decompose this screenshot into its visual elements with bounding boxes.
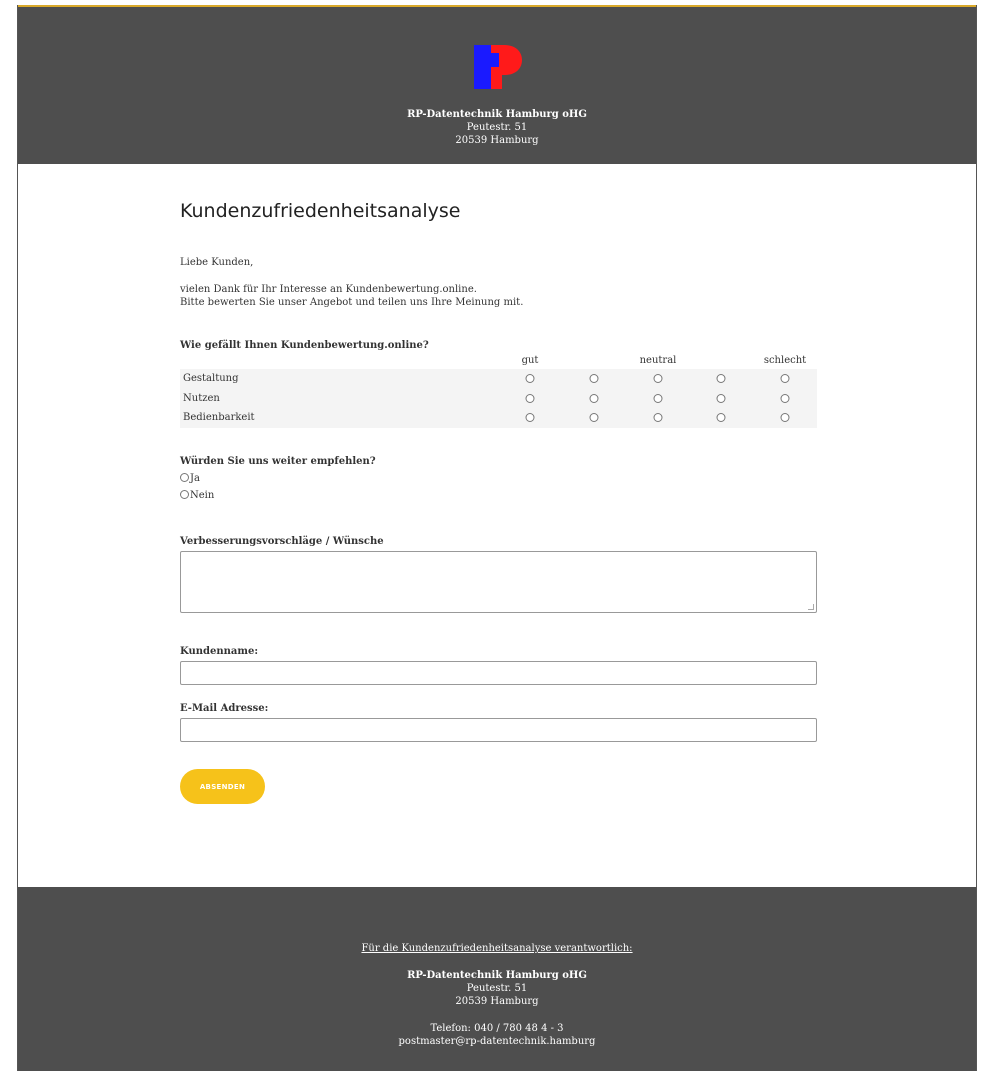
rating-radio-2[interactable] xyxy=(589,413,599,422)
greeting-text: Liebe Kunden, xyxy=(180,257,254,268)
rating-radio-2[interactable] xyxy=(589,393,599,403)
rating-radio-3[interactable] xyxy=(653,393,663,403)
radio-icon[interactable] xyxy=(180,473,189,482)
intro-text-line-2: Bitte bewerten Sie unser Angebot und tei… xyxy=(180,297,524,308)
rating-row-gestaltung: Gestaltung xyxy=(180,369,817,389)
footer-city: 20539 Hamburg xyxy=(455,996,539,1007)
resize-handle-icon[interactable] xyxy=(808,604,814,610)
rating-radio-4[interactable] xyxy=(716,374,726,383)
footer-company-name: RP-Datentechnik Hamburg oHG xyxy=(407,970,587,981)
rating-scale-header: gut neutral schlecht xyxy=(180,355,817,369)
option-label: Nein xyxy=(190,490,215,501)
suggestions-textarea[interactable] xyxy=(180,551,817,613)
scale-label-gut: gut xyxy=(521,355,539,366)
rating-radio-5[interactable] xyxy=(780,393,790,403)
survey-form: Kundenzufriedenheitsanalyse Liebe Kunden… xyxy=(18,164,976,887)
rating-row-label: Bedienbarkeit xyxy=(183,412,255,423)
rating-row-bedienbarkeit: Bedienbarkeit xyxy=(180,408,817,428)
rating-radio-3[interactable] xyxy=(653,374,663,383)
rating-radio-5[interactable] xyxy=(780,374,790,383)
footer-email: postmaster@rp-datentechnik.hamburg xyxy=(398,1036,596,1047)
page-frame: RP-Datentechnik Hamburg oHG Peutestr. 51… xyxy=(17,5,977,1071)
email-label: E-Mail Adresse: xyxy=(180,703,269,714)
rating-radio-4[interactable] xyxy=(716,393,726,403)
rating-radio-1[interactable] xyxy=(525,374,535,383)
rating-matrix: gut neutral schlecht Gestaltung Nutzen B… xyxy=(180,355,817,428)
rating-row-label: Gestaltung xyxy=(183,373,239,384)
footer-phone: Telefon: 040 / 780 48 4 - 3 xyxy=(430,1023,564,1034)
recommend-question: Würden Sie uns weiter empfehlen? xyxy=(180,456,376,467)
scale-label-schlecht: schlecht xyxy=(763,355,807,366)
page-footer: Für die Kundenzufriedenheitsanalyse vera… xyxy=(18,887,976,1071)
footer-responsible: Für die Kundenzufriedenheitsanalyse vera… xyxy=(18,943,976,954)
radio-icon[interactable] xyxy=(180,490,189,499)
header-company-name: RP-Datentechnik Hamburg oHG xyxy=(407,109,587,120)
suggestions-label: Verbesserungsvorschläge / Wünsche xyxy=(180,536,384,547)
page-header: RP-Datentechnik Hamburg oHG Peutestr. 51… xyxy=(18,7,976,164)
rating-row-label: Nutzen xyxy=(183,392,220,404)
recommend-option-nein[interactable]: Nein xyxy=(180,490,214,501)
rating-radio-2[interactable] xyxy=(589,374,599,383)
rating-radio-5[interactable] xyxy=(780,413,790,422)
option-label: Ja xyxy=(190,473,200,484)
footer-responsible-text: Für die Kundenzufriedenheitsanalyse vera… xyxy=(361,943,633,954)
rating-radio-3[interactable] xyxy=(653,413,663,422)
company-logo-icon xyxy=(474,45,522,89)
rating-question: Wie gefällt Ihnen Kundenbewertung.online… xyxy=(180,340,429,351)
header-street: Peutestr. 51 xyxy=(466,122,528,133)
page-title: Kundenzufriedenheitsanalyse xyxy=(180,200,461,222)
rating-radio-1[interactable] xyxy=(525,413,535,422)
footer-street: Peutestr. 51 xyxy=(466,983,528,994)
intro-text-line-1: vielen Dank für Ihr Interesse an Kundenb… xyxy=(180,284,477,295)
customer-name-input[interactable] xyxy=(180,661,817,685)
rating-row-nutzen: Nutzen xyxy=(180,388,817,408)
scale-label-neutral: neutral xyxy=(639,355,677,366)
header-city: 20539 Hamburg xyxy=(455,135,539,146)
rating-radio-4[interactable] xyxy=(716,413,726,422)
rating-radio-1[interactable] xyxy=(525,393,535,403)
recommend-option-ja[interactable]: Ja xyxy=(180,473,200,484)
customer-name-label: Kundenname: xyxy=(180,646,259,657)
submit-button[interactable]: ABSENDEN xyxy=(180,769,265,804)
email-input[interactable] xyxy=(180,718,817,742)
